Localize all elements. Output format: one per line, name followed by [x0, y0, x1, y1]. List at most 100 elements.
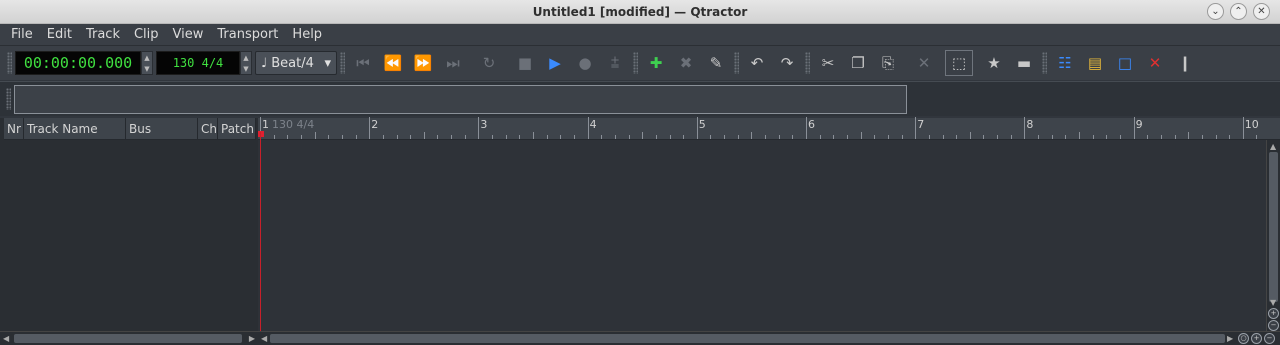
zoom-out-icon[interactable]: −	[1268, 320, 1279, 331]
menu-view[interactable]: View	[166, 27, 211, 42]
zoom-in-icon[interactable]: +	[1268, 308, 1279, 319]
playhead[interactable]	[260, 132, 261, 331]
column-header-bus[interactable]: Bus	[126, 118, 198, 140]
menu-file[interactable]: File	[4, 27, 40, 42]
toolbar-grip[interactable]	[633, 52, 638, 74]
time-display[interactable]: 00:00:00.000	[15, 51, 141, 75]
scroll-thumb[interactable]	[14, 334, 242, 343]
track-vscrollbar[interactable]: ▲ ▼ + −	[1266, 140, 1280, 331]
spin-down-icon[interactable]: ▼	[243, 65, 248, 73]
menu-track[interactable]: Track	[79, 27, 127, 42]
record-icon[interactable]: ●	[570, 49, 600, 77]
session-thumb-view[interactable]	[14, 85, 907, 114]
scroll-thumb[interactable]	[1269, 152, 1278, 302]
column-header-nr[interactable]: Nr	[4, 118, 24, 140]
snap-select[interactable]: ♩ Beat/4 ▾	[255, 51, 337, 75]
track-list[interactable]: Nr Track Name Bus Ch Patch ◀ ▶	[0, 118, 258, 345]
beat-tick	[1119, 135, 1121, 139]
beat-tick	[737, 135, 739, 139]
remove-track-icon[interactable]: ✖	[671, 49, 701, 77]
toolbar-grip[interactable]	[734, 52, 739, 74]
undo-icon[interactable]: ↶	[742, 49, 772, 77]
beat-tick	[887, 135, 889, 139]
scroll-right-icon[interactable]: ▶	[249, 334, 255, 343]
title-bar: Untitled1 [modified] — Qtractor ⌄ ⌃ ✕	[0, 0, 1280, 24]
beat-tick	[273, 135, 275, 139]
time-spinner[interactable]: ▲ ▼	[141, 51, 153, 75]
copy-icon[interactable]: ❐	[843, 49, 873, 77]
toolbar-grip[interactable]	[1042, 52, 1047, 74]
scroll-left-icon[interactable]: ◀	[261, 334, 267, 343]
clip-tool-icon[interactable]: ★	[979, 49, 1009, 77]
mixer-icon[interactable]: ❙	[1170, 49, 1200, 77]
punch-icon[interactable]: ⩲	[600, 49, 630, 77]
beat-tick	[819, 135, 821, 139]
messages-icon[interactable]: □	[1110, 49, 1140, 77]
zoom-reset-icon[interactable]: ○	[1238, 333, 1249, 344]
clip-edit-icon[interactable]: ▬	[1009, 49, 1039, 77]
connect-icon[interactable]: ✕	[1140, 49, 1170, 77]
bar-label: 3	[480, 118, 488, 131]
beat-tick	[1201, 135, 1203, 139]
select-mode-icon[interactable]: ⬚	[945, 50, 973, 76]
rewind-icon[interactable]: ⏪	[378, 49, 408, 77]
scroll-thumb[interactable]	[270, 334, 1225, 343]
maximize-button[interactable]: ⌃	[1230, 3, 1247, 20]
beat-tick	[655, 135, 657, 139]
menu-help[interactable]: Help	[285, 27, 329, 42]
zoom-in-icon[interactable]: +	[1251, 333, 1262, 344]
spin-up-icon[interactable]: ▲	[144, 54, 149, 62]
beat-tick	[969, 132, 971, 139]
menu-edit[interactable]: Edit	[40, 27, 79, 42]
beat-tick	[492, 135, 494, 139]
scroll-right-icon[interactable]: ▶	[1227, 334, 1233, 343]
spin-up-icon[interactable]: ▲	[243, 54, 248, 62]
minimize-button[interactable]: ⌄	[1207, 3, 1224, 20]
chevron-down-icon: ▾	[324, 55, 331, 71]
bar-tick	[1242, 117, 1244, 139]
connections-icon[interactable]: ☷	[1050, 49, 1080, 77]
track-hscrollbar[interactable]: ◀ ▶ ○ + −	[258, 331, 1280, 345]
menu-bar: File Edit Track Clip View Transport Help	[0, 24, 1280, 45]
play-icon[interactable]: ▶	[540, 49, 570, 77]
edit-track-icon[interactable]: ✎	[701, 49, 731, 77]
zoom-out-icon[interactable]: −	[1264, 333, 1275, 344]
scroll-left-icon[interactable]: ◀	[3, 334, 9, 343]
column-header-patch[interactable]: Patch	[218, 118, 256, 140]
cut-icon[interactable]: ✂	[813, 49, 843, 77]
toolbar-grip[interactable]	[805, 52, 810, 74]
forward-last-icon[interactable]: ⏭	[438, 49, 468, 77]
scroll-up-icon[interactable]: ▲	[1270, 142, 1276, 151]
toolbar-grip[interactable]	[6, 88, 11, 110]
beat-tick	[1079, 132, 1080, 139]
column-header-ch[interactable]: Ch	[198, 118, 218, 140]
redo-icon[interactable]: ↷	[772, 49, 802, 77]
track-view[interactable]: 130 4/4 1 2 3 4 5 6 7 8 9 10 ▲ ▼ + − ◀ ▶ ○ + −	[258, 117, 1280, 345]
add-track-icon[interactable]: ✚	[641, 49, 671, 77]
scroll-down-icon[interactable]: ▼	[1270, 298, 1276, 307]
delete-icon[interactable]: ✕	[909, 49, 939, 77]
beat-tick	[1174, 135, 1176, 139]
column-header-track-name[interactable]: Track Name	[24, 118, 126, 140]
files-icon[interactable]: ▤	[1080, 49, 1110, 77]
menu-transport[interactable]: Transport	[210, 27, 285, 42]
beat-tick	[423, 132, 425, 139]
spin-down-icon[interactable]: ▼	[144, 65, 149, 73]
tempo-display[interactable]: 130 4/4	[156, 51, 240, 75]
toolbar-grip[interactable]	[340, 52, 345, 74]
window-title: Untitled1 [modified] — Qtractor	[532, 4, 748, 19]
toolbar-grip[interactable]	[7, 52, 12, 74]
playhead-marker[interactable]	[258, 131, 264, 137]
time-ruler[interactable]: 130 4/4 1 2 3 4 5 6 7 8 9 10	[258, 117, 1280, 140]
backward-first-icon[interactable]: ⏮	[348, 49, 378, 77]
close-button[interactable]: ✕	[1253, 3, 1270, 20]
tracklist-hscrollbar[interactable]: ◀ ▶	[0, 331, 258, 345]
beat-tick	[1147, 135, 1149, 139]
fast-forward-icon[interactable]: ⏩	[408, 49, 438, 77]
tempo-spinner[interactable]: ▲ ▼	[240, 51, 252, 75]
beat-tick	[614, 135, 616, 139]
loop-icon[interactable]: ↻	[474, 49, 504, 77]
stop-icon[interactable]: ■	[510, 49, 540, 77]
menu-clip[interactable]: Clip	[127, 27, 166, 42]
paste-icon[interactable]: ⎘	[873, 49, 903, 77]
